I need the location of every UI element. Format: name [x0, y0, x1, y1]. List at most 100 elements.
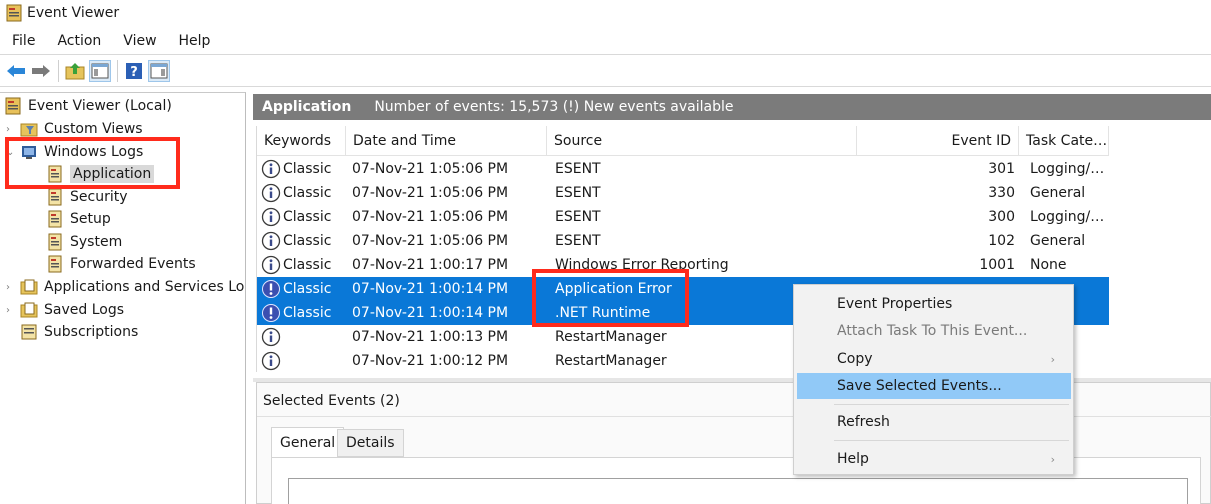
column-date-time[interactable]: Date and Time: [346, 126, 547, 156]
tab-details[interactable]: Details: [337, 429, 404, 457]
menu-item-label: Copy: [837, 351, 873, 367]
toolbar-separator: [117, 59, 118, 82]
tree-item-applications-and-services-logs[interactable]: › Applications and Services Logs: [6, 276, 246, 298]
column-task-category[interactable]: Task Cate…: [1019, 126, 1109, 156]
menu-item-label: Refresh: [837, 414, 890, 430]
toolbar: ?: [0, 54, 1211, 87]
cell-source: ESENT: [555, 233, 601, 249]
up-one-level-button[interactable]: [64, 60, 86, 82]
tree-item-custom-views[interactable]: › Custom Views: [6, 118, 143, 140]
tree-label: Subscriptions: [44, 324, 139, 340]
menu-separator: [834, 440, 1069, 441]
cell-date-time: 07-Nov-21 1:05:06 PM: [352, 185, 509, 201]
log-file-icon: [48, 233, 62, 251]
cell-date-time: 07-Nov-21 1:00:14 PM: [352, 305, 509, 321]
toolbar-separator: [58, 59, 59, 82]
information-icon: [261, 207, 281, 227]
menu-item-event-properties[interactable]: Event Properties: [797, 291, 1071, 317]
action-pane-icon: [150, 63, 168, 78]
cell-event-id: 300: [988, 209, 1015, 225]
back-arrow-icon: [7, 64, 25, 77]
folder-filter-icon: [20, 123, 38, 137]
cell-task-category: General: [1030, 233, 1086, 249]
keywords-text: Classic: [283, 281, 332, 297]
cell-keywords: Classic: [257, 279, 347, 299]
chevron-right-icon: ›: [1050, 352, 1055, 366]
chevron-right-icon[interactable]: ›: [6, 124, 16, 135]
menu-help[interactable]: Help: [168, 33, 222, 49]
events-count-info: Number of events: 15,573 (!) New events …: [374, 99, 734, 115]
folder-log-icon: [20, 279, 38, 295]
information-icon: [261, 255, 281, 275]
information-icon: [261, 231, 281, 251]
grid-header: Keywords Date and Time Source Event ID T…: [257, 126, 1109, 156]
tree-item-application[interactable]: Application: [46, 163, 155, 185]
cell-task-category: Logging/…: [1030, 161, 1105, 177]
tab-general[interactable]: General: [271, 427, 345, 457]
log-file-icon: [48, 165, 62, 183]
forward-button[interactable]: [30, 60, 52, 82]
cell-date-time: 07-Nov-21 1:05:06 PM: [352, 233, 509, 249]
error-icon: [262, 280, 280, 298]
back-button[interactable]: [5, 60, 27, 82]
column-event-id[interactable]: Event ID: [857, 126, 1019, 156]
table-row[interactable]: Classic 07-Nov-21 1:05:06 PM ESENT 300 Loggi…: [257, 205, 1109, 229]
keywords-text: Classic: [283, 233, 332, 249]
tree-label: Application: [70, 165, 155, 183]
cell-date-time: 07-Nov-21 1:00:17 PM: [352, 257, 509, 273]
cell-task-category: General: [1030, 185, 1086, 201]
menu-file[interactable]: File: [0, 33, 46, 49]
tree-item-system[interactable]: System: [46, 231, 122, 253]
tree-label: Applications and Services Logs: [44, 279, 246, 295]
cell-keywords: Classic: [257, 183, 347, 203]
information-icon: [261, 159, 281, 179]
cell-source: ESENT: [555, 161, 601, 177]
menu-item-copy[interactable]: Copy ›: [797, 346, 1071, 372]
table-row[interactable]: Classic 07-Nov-21 1:00:17 PM Windows Error…: [257, 253, 1109, 277]
cell-keywords: Classic: [257, 303, 347, 323]
event-viewer-app-icon: [6, 4, 22, 22]
table-row[interactable]: Classic 07-Nov-21 1:05:06 PM ESENT 102 Gener…: [257, 229, 1109, 253]
information-icon: [261, 327, 281, 347]
keywords-text: Classic: [283, 305, 332, 321]
menu-separator: [834, 404, 1069, 405]
tree-item-saved-logs[interactable]: › Saved Logs: [6, 299, 124, 321]
cell-event-id: 330: [988, 185, 1015, 201]
tree-item-subscriptions[interactable]: Subscriptions: [20, 321, 138, 343]
menu-item-refresh[interactable]: Refresh: [797, 409, 1071, 435]
help-icon: ?: [126, 62, 142, 80]
tree-label: Custom Views: [44, 121, 143, 137]
menu-item-help[interactable]: Help ›: [797, 446, 1071, 472]
cell-event-id: 1001: [979, 257, 1015, 273]
cell-event-id: 301: [988, 161, 1015, 177]
menu-item-label: Help: [837, 451, 869, 467]
tree-item-forwarded-events[interactable]: Forwarded Events: [46, 253, 196, 275]
tree-label: Setup: [70, 211, 111, 227]
show-hide-console-tree-button[interactable]: [89, 59, 111, 82]
chevron-right-icon[interactable]: ›: [6, 305, 16, 316]
chevron-right-icon[interactable]: ›: [6, 282, 16, 293]
window-title: Event Viewer: [27, 5, 120, 21]
menu-item-save-selected-events[interactable]: Save Selected Events...: [797, 373, 1071, 399]
help-button[interactable]: ?: [123, 60, 145, 82]
column-source[interactable]: Source: [547, 126, 857, 156]
action-pane-button[interactable]: [148, 59, 170, 82]
tree-item-setup[interactable]: Setup: [46, 208, 111, 230]
menu-view[interactable]: View: [112, 33, 167, 49]
subscriptions-icon: [21, 324, 37, 340]
table-row[interactable]: Classic 07-Nov-21 1:05:06 PM ESENT 330 Gener…: [257, 181, 1109, 205]
cell-source: ESENT: [555, 185, 601, 201]
cell-date-time: 07-Nov-21 1:00:13 PM: [352, 329, 509, 345]
table-row[interactable]: Classic 07-Nov-21 1:05:06 PM ESENT 301 Loggi…: [257, 157, 1109, 181]
tree-item-event-viewer-local[interactable]: Event Viewer (Local): [4, 95, 172, 117]
tree-item-windows-logs[interactable]: ⌄ Windows Logs: [6, 141, 143, 163]
cell-date-time: 07-Nov-21 1:05:06 PM: [352, 209, 509, 225]
menu-action[interactable]: Action: [46, 33, 112, 49]
column-keywords[interactable]: Keywords: [257, 126, 346, 156]
tree-label: Windows Logs: [44, 144, 144, 160]
chevron-down-icon[interactable]: ⌄: [6, 147, 16, 158]
information-icon: [261, 351, 281, 371]
cell-keywords: [257, 351, 347, 371]
tree-item-security[interactable]: Security: [46, 186, 128, 208]
keywords-text: Classic: [283, 209, 332, 225]
